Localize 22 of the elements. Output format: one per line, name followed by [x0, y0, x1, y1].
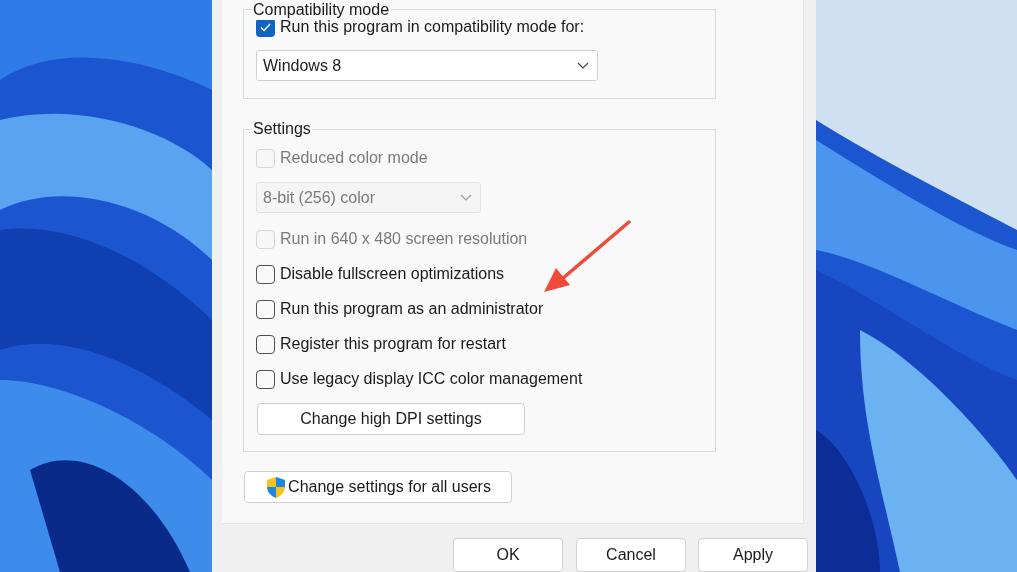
checkbox[interactable]	[256, 264, 275, 284]
checkbox-label: Run in 640 x 480 screen resolution	[280, 229, 528, 249]
checkbox-label: Disable fullscreen optimizations	[280, 264, 505, 284]
checkmark-icon	[260, 22, 271, 32]
dialog-button[interactable]: Cancel	[576, 538, 686, 572]
checkbox[interactable]	[256, 369, 275, 389]
checkbox-label: Register this program for restart	[280, 334, 506, 354]
checkbox-label: Use legacy display ICC color management	[280, 369, 583, 389]
checkbox-label: Reduced color mode	[280, 148, 428, 168]
checkbox-label: Run this program in compatibility mode for:	[280, 18, 585, 37]
change-settings-button[interactable]: Change settings for all users	[244, 471, 512, 503]
dialog-button[interactable]: OK	[453, 538, 563, 572]
settings-button[interactable]: Change high DPI settings	[257, 403, 525, 435]
checkbox-label: Run this program as an administrator	[280, 299, 544, 319]
chevron-down-icon	[577, 62, 589, 69]
checkbox[interactable]	[256, 299, 275, 319]
group-title: Settings	[252, 119, 312, 139]
dialog-button[interactable]: Apply	[698, 538, 808, 572]
chevron-down-icon	[460, 194, 472, 201]
checkbox[interactable]	[256, 334, 275, 354]
group-title: Compatibility mode	[252, 0, 391, 20]
dropdown[interactable]: Windows 8	[256, 50, 598, 81]
